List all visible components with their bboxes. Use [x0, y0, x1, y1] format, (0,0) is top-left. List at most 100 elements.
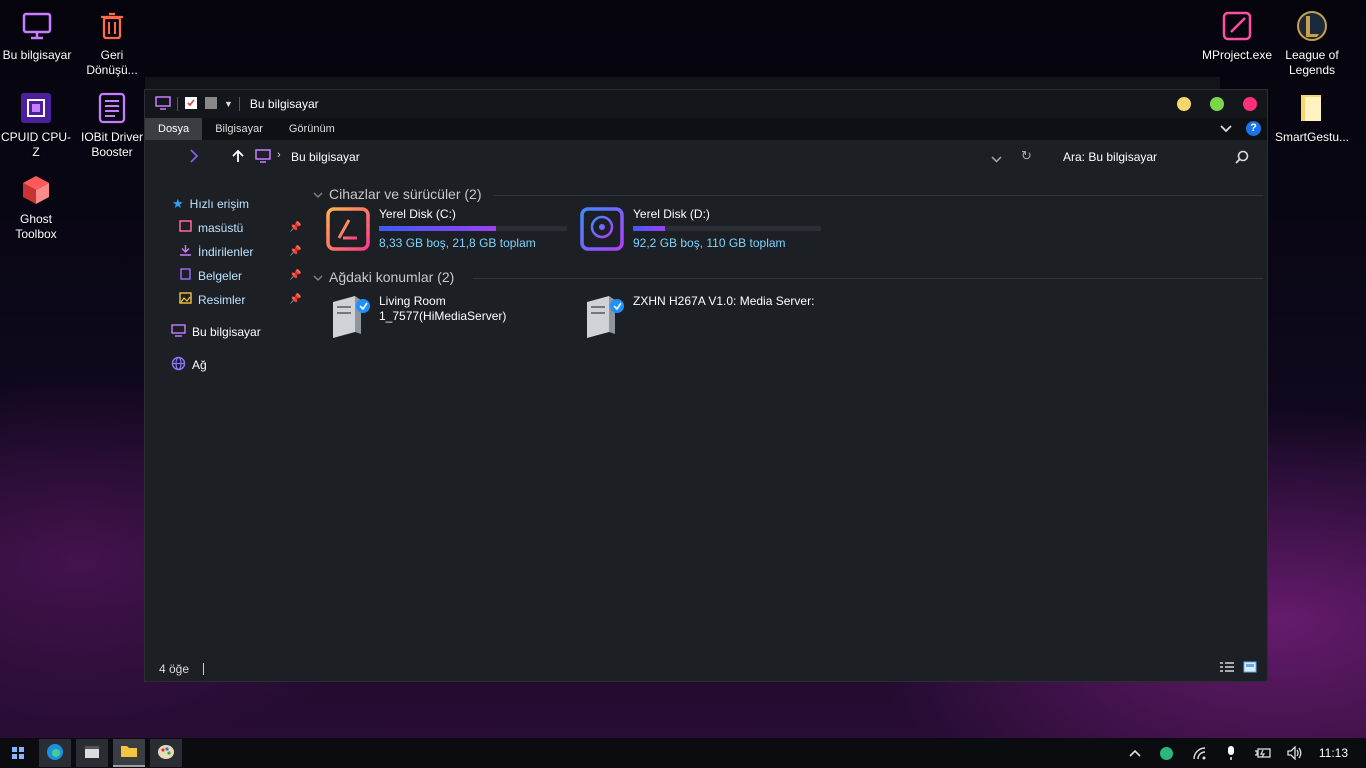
monitor-icon — [171, 324, 186, 340]
drive-item-c[interactable]: Yerel Disk (C:) 8,33 GB boş, 21,8 GB top… — [325, 206, 567, 255]
document-list-icon — [94, 90, 130, 126]
start-button[interactable] — [2, 739, 34, 767]
sidebar-item-label: Belgeler — [198, 268, 243, 283]
desktop-icon-smartgesture[interactable]: SmartGestu... — [1274, 90, 1350, 145]
monitor-icon — [255, 149, 271, 166]
window-icon — [84, 745, 100, 762]
desktop-icon-this-pc[interactable]: Bu bilgisayar — [0, 8, 75, 63]
large-icons-view-icon[interactable] — [1243, 661, 1257, 676]
taskbar-edge-button[interactable] — [39, 739, 71, 767]
drive-capacity-text: 8,33 GB boş, 21,8 GB toplam — [379, 236, 536, 250]
status-bar: 4 öğe — [145, 657, 1267, 681]
pin-icon[interactable]: 📌 — [289, 270, 301, 281]
chevron-right-icon[interactable] — [189, 149, 199, 166]
properties-icon[interactable] — [184, 96, 198, 113]
sidebar-item-this-pc[interactable]: Bu bilgisayar — [171, 324, 261, 340]
battery-icon[interactable] — [1247, 738, 1279, 768]
desktop-icon-league-of-legends[interactable]: League of Legends — [1274, 8, 1350, 78]
desktop-icon-label: Ghost Toolbox — [15, 212, 57, 241]
folder-icon — [120, 744, 138, 761]
sidebar-item-desktop[interactable]: masüstü — [179, 220, 243, 235]
drive-name: Yerel Disk (C:) — [379, 207, 456, 221]
sidebar-item-downloads[interactable]: İndirilenler — [179, 244, 253, 259]
sidebar-item-label: Hızlı erişim — [189, 197, 249, 211]
taskbar-window-button[interactable] — [76, 739, 108, 767]
desktop-icon-label: IOBit Driver Booster — [80, 130, 143, 159]
history-dropdown-icon[interactable] — [991, 152, 1002, 166]
star-icon: ★ — [172, 196, 184, 211]
pin-icon[interactable]: 📌 — [289, 294, 301, 305]
volume-icon[interactable] — [1279, 738, 1311, 768]
desktop-icon-label: Bu bilgisayar — [2, 48, 72, 62]
divider — [473, 278, 1263, 279]
desktop-icon-recycle-bin[interactable]: Geri Dönüşü... — [74, 8, 150, 78]
desktop-icon-label: MProject.exe — [1201, 48, 1273, 62]
group-header-network[interactable]: Ağdaki konumlar (2) — [313, 269, 454, 285]
sidebar-item-label: İndirilenler — [198, 244, 254, 259]
desktop-icon-ghost-toolbox[interactable]: Ghost Toolbox — [0, 172, 74, 242]
up-arrow-icon[interactable] — [232, 149, 244, 166]
media-server-icon — [327, 292, 371, 345]
title-bar[interactable]: ▼ Bu bilgisayar — [145, 90, 1267, 118]
minimize-button[interactable] — [1177, 97, 1191, 111]
capacity-bar — [379, 226, 567, 231]
status-dot-icon[interactable] — [1151, 738, 1183, 768]
drive-name: Yerel Disk (D:) — [633, 207, 710, 221]
drive-item-d[interactable]: Yerel Disk (D:) 92,2 GB boş, 110 GB topl… — [579, 206, 821, 255]
capacity-bar-fill — [379, 226, 496, 231]
desktop-icon-label: CPUID CPU-Z — [0, 130, 71, 159]
network-location-item[interactable]: ZXHN H267A V1.0: Media Server: — [581, 292, 814, 345]
tab-dosya[interactable]: Dosya — [145, 118, 203, 140]
new-folder-icon[interactable] — [204, 96, 218, 113]
window-title: Bu bilgisayar — [249, 97, 319, 111]
download-icon — [179, 244, 192, 259]
group-header-label: Cihazlar ve sürücüler (2) — [329, 186, 482, 202]
drive-c-icon — [325, 206, 371, 255]
sidebar-item-quick-access[interactable]: ★ Hızlı erişim — [172, 196, 249, 212]
wifi-icon[interactable] — [1183, 738, 1215, 768]
pin-icon[interactable]: 📌 — [289, 246, 301, 257]
details-view-icon[interactable] — [1219, 661, 1235, 676]
sidebar-item-label: Resimler — [198, 292, 246, 307]
search-icon[interactable] — [1235, 150, 1249, 167]
tab-bilgisayar[interactable]: Bilgisayar — [202, 118, 276, 140]
maximize-button[interactable] — [1210, 97, 1224, 111]
expand-ribbon-icon[interactable] — [1220, 122, 1232, 136]
paint-palette-icon — [157, 744, 175, 763]
desktop-icon-driver-booster[interactable]: IOBit Driver Booster — [74, 90, 150, 160]
desktop-icon-cpuz[interactable]: CPUID CPU-Z — [0, 90, 74, 160]
taskbar-paint-button[interactable] — [150, 739, 182, 767]
microphone-icon[interactable] — [1215, 738, 1247, 768]
tray-overflow-chevron-icon[interactable] — [1119, 738, 1151, 768]
group-header-devices[interactable]: Cihazlar ve sürücüler (2) — [313, 186, 482, 202]
address-bar: › Bu bilgisayar ↻ Ara: Bu bilgisayar — [145, 140, 1267, 174]
folder-icon — [1294, 90, 1330, 126]
sidebar-item-network[interactable]: Ağ — [171, 356, 207, 374]
cpu-chip-icon — [18, 90, 54, 126]
clock[interactable]: 11:13 — [1311, 746, 1366, 760]
monitor-icon — [155, 95, 171, 113]
drive-capacity-text: 92,2 GB boş, 110 GB toplam — [633, 236, 786, 250]
sidebar-item-pictures[interactable]: Resimler — [179, 292, 245, 307]
system-tray: 11:13 — [1119, 738, 1366, 768]
help-button[interactable]: ? — [1246, 121, 1261, 136]
media-server-icon — [581, 292, 625, 345]
breadcrumb[interactable]: Bu bilgisayar — [291, 150, 360, 164]
network-location-name: ZXHN H267A V1.0: Media Server: — [633, 294, 815, 308]
sidebar-item-documents[interactable]: Belgeler — [179, 268, 242, 283]
network-location-name: Living Room — [379, 294, 446, 308]
sidebar-item-label: Bu bilgisayar — [192, 325, 261, 339]
taskbar-explorer-button[interactable] — [113, 739, 145, 767]
desktop-icon-label: SmartGestu... — [1274, 130, 1350, 144]
network-location-name: 1_7577(HiMediaServer) — [379, 309, 507, 323]
network-location-item[interactable]: Living Room 1_7577(HiMediaServer) — [327, 292, 506, 345]
tab-gorunum[interactable]: Görünüm — [276, 118, 348, 140]
chevron-down-icon[interactable]: ▼ — [224, 99, 233, 109]
toolbox-cube-icon — [18, 172, 54, 208]
close-button[interactable] — [1243, 97, 1257, 111]
pin-icon[interactable]: 📌 — [289, 222, 301, 233]
search-input[interactable]: Ara: Bu bilgisayar — [1063, 150, 1157, 164]
refresh-icon[interactable]: ↻ — [1021, 148, 1032, 164]
desktop-icon-label: League of Legends — [1285, 48, 1339, 77]
desktop-icon-mproject[interactable]: MProject.exe — [1199, 8, 1275, 63]
